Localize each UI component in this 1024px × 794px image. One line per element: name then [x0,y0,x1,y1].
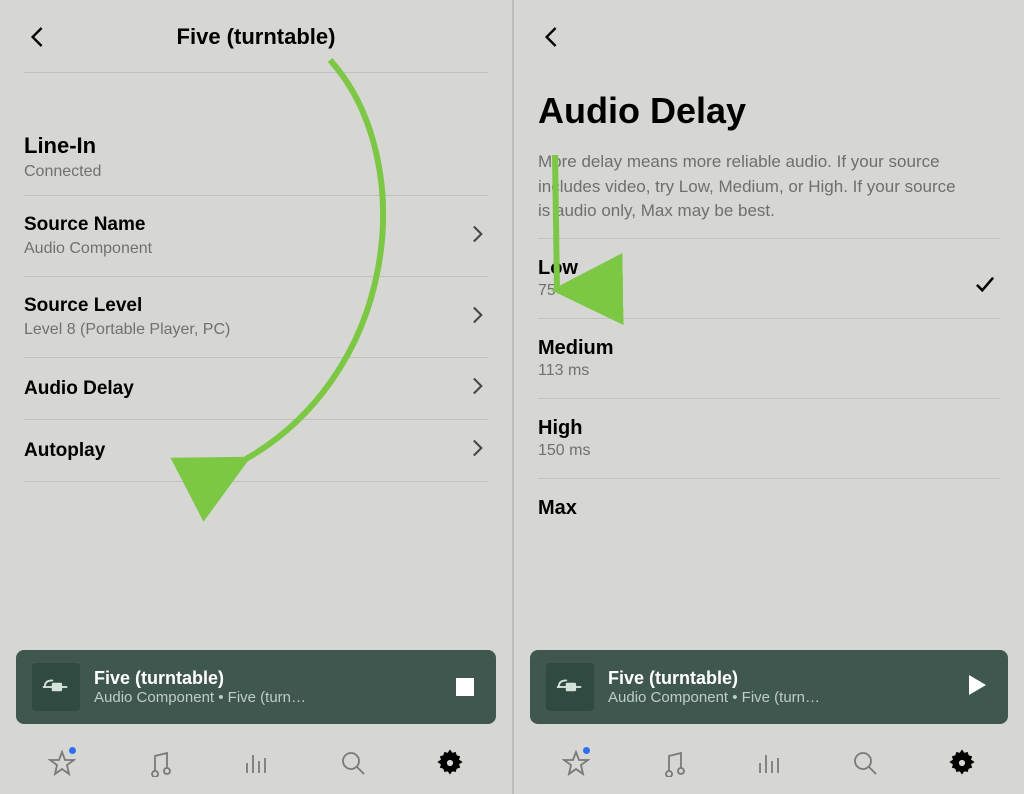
equalizer-icon [755,749,783,777]
settings-screen-left: Five (turntable) Line-In Connected Sourc… [0,0,512,794]
nav-music[interactable] [139,743,179,783]
row-source-name[interactable]: Source Name Audio Component [24,196,488,276]
row-value: Level 8 (Portable Player, PC) [24,321,230,339]
option-detail: 75 ms [538,282,582,300]
page-description: More delay means more reliable audio. If… [538,150,968,224]
now-playing-text: Five (turntable) Audio Component • Five … [94,668,436,706]
nav-music[interactable] [653,743,693,783]
nav-favorites[interactable] [42,743,82,783]
search-icon [851,749,879,777]
now-playing-title: Five (turntable) [94,668,436,689]
row-value: Audio Component [24,240,152,258]
page-title: Audio Delay [538,90,1000,132]
nav-settings[interactable] [942,743,982,783]
bottom-nav [514,732,1024,794]
row-audio-delay[interactable]: Audio Delay [24,358,488,419]
divider [24,481,488,482]
option-label: Low [538,257,582,280]
line-in-icon [32,663,80,711]
back-button[interactable] [532,17,572,57]
row-label: Source Level [24,295,230,317]
now-playing-text: Five (turntable) Audio Component • Five … [608,668,948,706]
topbar [514,0,1024,64]
nav-settings[interactable] [430,743,470,783]
row-label: Autoplay [24,440,105,462]
option-medium[interactable]: Medium 113 ms [538,319,1000,398]
option-high[interactable]: High 150 ms [538,399,1000,478]
nav-favorites[interactable] [556,743,596,783]
page-title: Five (turntable) [18,24,494,50]
music-note-icon [145,749,173,777]
stop-icon [456,678,474,696]
section-status: Connected [24,163,488,181]
row-autoplay[interactable]: Autoplay [24,420,488,481]
chevron-left-icon [543,26,561,48]
bottom-nav [0,732,512,794]
option-label: High [538,417,590,440]
row-label: Source Name [24,214,152,236]
chevron-right-icon [472,224,484,249]
gear-icon [436,749,464,777]
music-note-icon [659,749,687,777]
chevron-right-icon [472,376,484,401]
chevron-right-icon [472,438,484,463]
option-detail: 113 ms [538,362,614,380]
section-title: Line-In [24,133,488,159]
nav-search[interactable] [845,743,885,783]
search-icon [339,749,367,777]
now-playing-bar[interactable]: Five (turntable) Audio Component • Five … [530,650,1008,724]
option-max[interactable]: Max [538,479,1000,520]
stop-button[interactable] [450,672,480,702]
topbar: Five (turntable) [0,0,512,64]
option-label: Medium [538,337,614,360]
checkmark-icon [974,275,996,298]
play-button[interactable] [962,672,992,702]
chevron-right-icon [472,305,484,330]
audio-delay-screen-right: Audio Delay More delay means more reliab… [512,0,1024,794]
nav-rooms[interactable] [749,743,789,783]
now-playing-bar[interactable]: Five (turntable) Audio Component • Five … [16,650,496,724]
now-playing-subtitle: Audio Component • Five (turn… [608,689,948,706]
row-source-level[interactable]: Source Level Level 8 (Portable Player, P… [24,277,488,357]
line-in-icon [546,663,594,711]
now-playing-title: Five (turntable) [608,668,948,689]
option-low[interactable]: Low 75 ms [538,239,1000,318]
play-icon [967,674,987,701]
row-label: Audio Delay [24,378,134,400]
nav-search[interactable] [333,743,373,783]
equalizer-icon [242,749,270,777]
divider [24,72,488,73]
nav-rooms[interactable] [236,743,276,783]
option-label: Max [538,497,577,520]
now-playing-subtitle: Audio Component • Five (turn… [94,689,436,706]
gear-icon [948,749,976,777]
option-detail: 150 ms [538,442,590,460]
